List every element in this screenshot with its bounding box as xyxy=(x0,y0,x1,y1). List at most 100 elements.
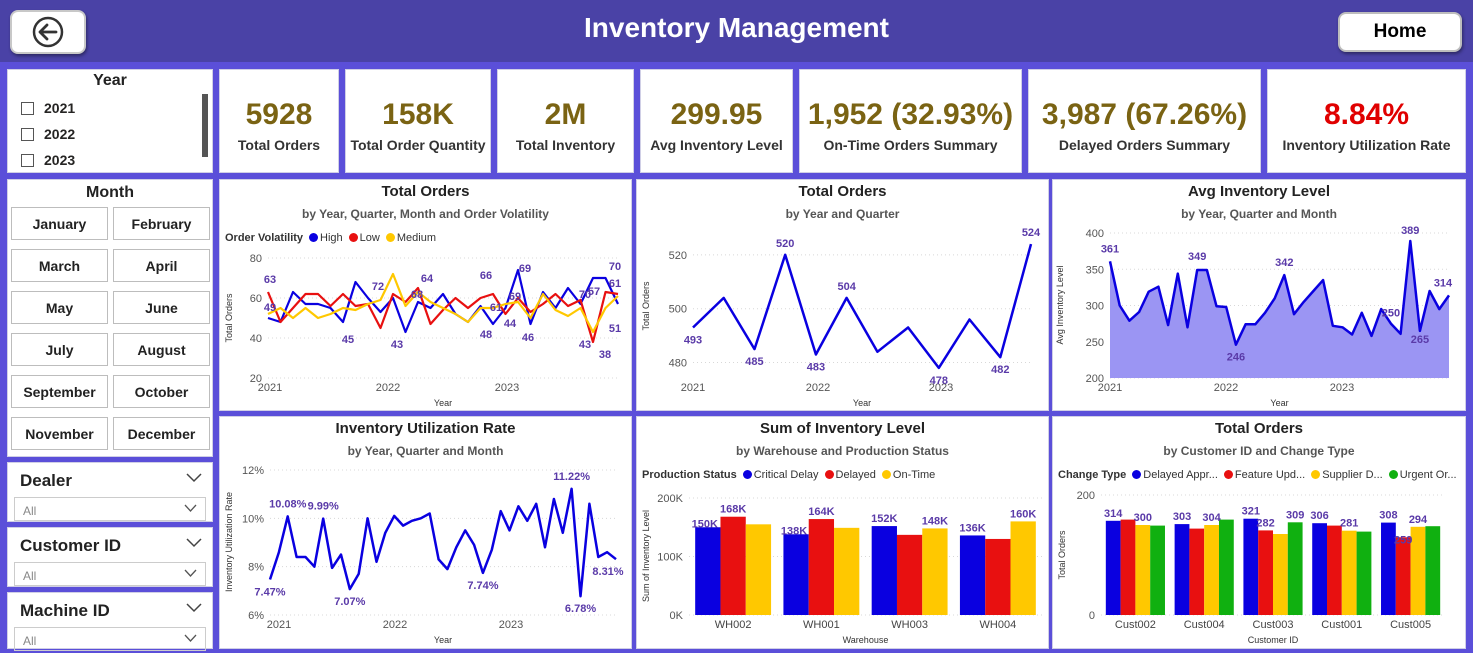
year-scrollbar[interactable] xyxy=(202,94,208,157)
x-tick-label: 2021 xyxy=(258,382,282,394)
checkbox-icon xyxy=(21,153,34,167)
customer-label: Customer ID xyxy=(20,536,122,555)
month-button-february[interactable]: February xyxy=(113,207,210,240)
x-tick-label: 2023 xyxy=(1330,382,1354,394)
data-label: 389 xyxy=(1401,225,1419,237)
y-tick-label: 400 xyxy=(1086,228,1104,240)
chart-plot: 0K 100K 200K Sum of Inventory Level Warehous… xyxy=(641,493,1042,645)
bar xyxy=(1243,518,1259,615)
data-label: 265 xyxy=(1411,334,1429,346)
y-axis-title: Total Orders xyxy=(1057,530,1067,580)
chart-sum-inventory-level: Sum of Inventory Level by Warehouse and … xyxy=(636,416,1049,649)
kpi-value: 2M xyxy=(544,98,587,131)
bar xyxy=(1258,530,1273,615)
month-button-june[interactable]: June xyxy=(113,291,210,324)
x-tick-label: 2021 xyxy=(681,382,705,394)
month-button-march[interactable]: March xyxy=(11,249,108,282)
kpi-delayed-orders: 3,987 (67.26%) Delayed Orders Summary xyxy=(1028,69,1261,173)
data-label: 45 xyxy=(342,334,354,346)
data-label: 520 xyxy=(776,238,794,250)
x-tick-label: 2021 xyxy=(267,619,291,631)
data-label: 10.08% xyxy=(269,498,307,510)
data-label: 250 xyxy=(1382,308,1400,320)
y-tick-label: 8% xyxy=(248,562,264,574)
kpi-label: On-Time Orders Summary xyxy=(823,137,998,153)
chevron-down-icon[interactable] xyxy=(186,538,202,548)
chevron-down-icon xyxy=(184,504,197,512)
kpi-value: 3,987 (67.26%) xyxy=(1041,98,1248,131)
data-label: 7.47% xyxy=(254,586,285,598)
bar xyxy=(1395,537,1411,615)
month-button-september[interactable]: September xyxy=(11,375,108,408)
machine-select[interactable]: All xyxy=(14,627,206,651)
data-label: 160K xyxy=(1010,508,1036,520)
month-button-january[interactable]: January xyxy=(11,207,108,240)
chevron-down-icon[interactable] xyxy=(186,603,202,613)
x-tick-label: Cust002 xyxy=(1115,619,1156,631)
y-tick-label: 250 xyxy=(1086,337,1104,349)
kpi-total-orders: 5928 Total Orders xyxy=(219,69,339,173)
kpi-value: 299.95 xyxy=(670,98,763,131)
data-label: 168K xyxy=(720,504,746,516)
month-button-july[interactable]: July xyxy=(11,333,108,366)
bar xyxy=(1120,519,1136,615)
month-button-may[interactable]: May xyxy=(11,291,108,324)
data-label: 11.22% xyxy=(553,471,590,483)
x-tick-label: WH004 xyxy=(980,619,1017,631)
month-button-november[interactable]: November xyxy=(11,417,108,450)
chevron-down-icon[interactable] xyxy=(186,473,202,483)
month-button-october[interactable]: October xyxy=(113,375,210,408)
year-option-2022[interactable]: 2022 xyxy=(21,126,75,142)
data-label: 524 xyxy=(1022,227,1041,239)
y-tick-label: 350 xyxy=(1086,264,1104,276)
month-button-april[interactable]: April xyxy=(113,249,210,282)
home-button[interactable]: Home xyxy=(1338,12,1462,52)
bar xyxy=(783,534,809,615)
year-option-2023[interactable]: 2023 xyxy=(21,152,75,168)
data-label: 308 xyxy=(1379,510,1397,522)
bar xyxy=(745,524,772,615)
data-label: 504 xyxy=(837,281,856,293)
year-option-2021[interactable]: 2021 xyxy=(21,100,75,116)
bar xyxy=(1174,524,1190,615)
data-label: 152K xyxy=(871,513,897,525)
y-axis-title: Total Orders xyxy=(224,293,234,343)
bar xyxy=(871,526,897,615)
chart-inventory-utilization-rate: Inventory Utilization Rate by Year, Quar… xyxy=(219,416,632,649)
month-button-december[interactable]: December xyxy=(113,417,210,450)
data-label: 72 xyxy=(372,281,384,293)
data-label: 164K xyxy=(808,506,834,518)
x-tick-label: WH003 xyxy=(891,619,928,631)
data-label: 6.78% xyxy=(565,603,596,615)
chart-total-orders-volatility: Total Orders by Year, Quarter, Month and… xyxy=(219,179,632,411)
dealer-select[interactable]: All xyxy=(14,497,206,521)
chart-plot: 0 200 Total Orders Customer ID Cust002 Cust00… xyxy=(1057,490,1445,645)
month-button-august[interactable]: August xyxy=(113,333,210,366)
y-tick-label: 200K xyxy=(657,493,683,505)
x-tick-label: Cust001 xyxy=(1321,619,1362,631)
x-tick-label: 2022 xyxy=(1214,382,1238,394)
dealer-label: Dealer xyxy=(20,471,72,490)
x-tick-label: 2022 xyxy=(383,619,407,631)
data-label: 9.99% xyxy=(308,501,339,513)
x-axis-title: Year xyxy=(1270,398,1288,408)
kpi-label: Total Order Quantity xyxy=(350,137,486,153)
x-tick-label: Cust005 xyxy=(1390,619,1431,631)
bar xyxy=(1204,525,1219,615)
y-tick-label: 10% xyxy=(242,513,264,525)
data-label: 64 xyxy=(421,273,434,285)
data-label: 43 xyxy=(391,339,403,351)
data-label: 342 xyxy=(1275,257,1293,269)
chart-plot: 480500520Total OrdersYear2021 2022 2023493… xyxy=(641,227,1041,408)
y-tick-label: 40 xyxy=(250,333,262,345)
x-tick-label: Cust003 xyxy=(1253,619,1294,631)
data-label: 361 xyxy=(1101,243,1119,255)
data-label: 482 xyxy=(991,364,1009,376)
data-label: 136K xyxy=(959,522,985,534)
kpi-value: 158K xyxy=(382,98,454,131)
customer-select[interactable]: All xyxy=(14,562,206,586)
x-tick-label: 2023 xyxy=(499,619,523,631)
data-label: 314 xyxy=(1104,508,1123,520)
kpi-on-time-orders: 1,952 (32.93%) On-Time Orders Summary xyxy=(799,69,1022,173)
data-label: 259 xyxy=(1394,534,1412,546)
